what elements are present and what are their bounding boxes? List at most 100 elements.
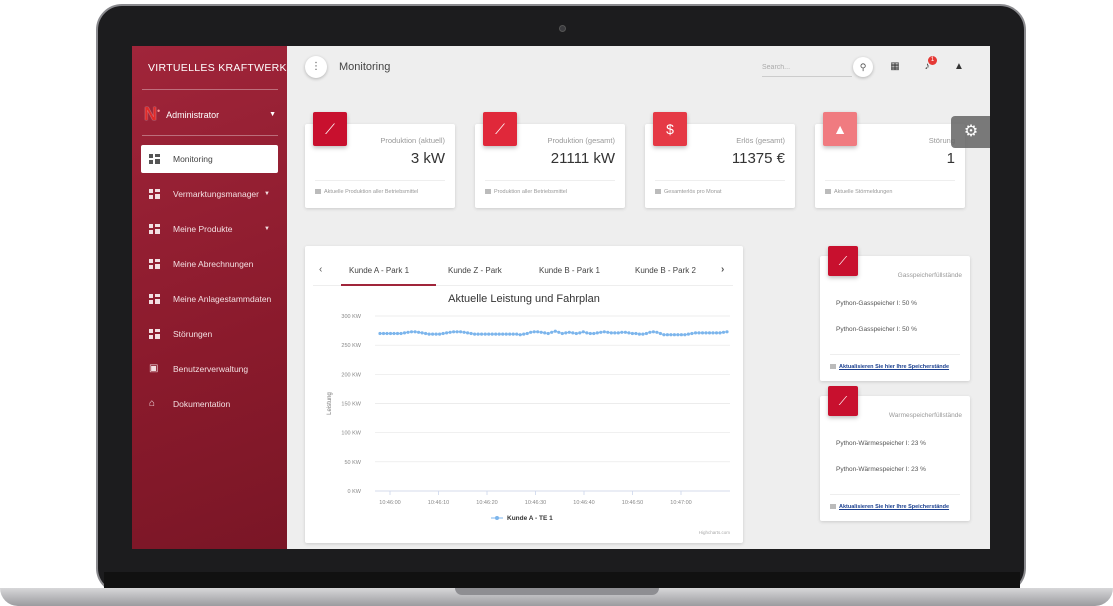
y-tick-label: 200 KW	[341, 372, 361, 378]
data-point	[567, 330, 571, 334]
sidebar-item-benutzerverwaltung[interactable]: ▣ Benutzerverwaltung	[141, 355, 278, 383]
data-point	[434, 332, 438, 336]
data-point	[445, 331, 449, 335]
dollar-icon: $	[653, 112, 687, 146]
sidebar: VIRTUELLES KRAFTWERK N • Administrator ▼…	[132, 46, 287, 549]
data-point	[469, 331, 473, 336]
legend-marker	[495, 516, 499, 520]
data-point	[501, 332, 505, 336]
user-menu[interactable]: N • Administrator ▼	[144, 104, 276, 125]
caret-down-icon: ▼	[264, 226, 270, 232]
info-icon	[830, 504, 836, 510]
data-point	[648, 330, 652, 334]
data-point	[679, 333, 683, 337]
data-point	[623, 330, 627, 334]
brand-title: VIRTUELLES KRAFTWERK	[148, 62, 287, 74]
data-point	[543, 331, 547, 335]
dashboard-icon	[149, 294, 160, 304]
sidebar-item-meine-produkte[interactable]: Meine Produkte ▼	[141, 215, 278, 243]
data-point	[714, 331, 719, 335]
gear-icon: ⚙	[963, 123, 979, 140]
sidebar-item-label: Meine Produkte	[173, 224, 233, 234]
storage-level: Python-Gasspeicher I: 50 %	[836, 326, 917, 333]
stat-footer: Gesamterlös pro Monat	[655, 189, 721, 195]
data-point	[378, 331, 382, 336]
data-point	[641, 332, 645, 336]
data-point	[550, 330, 554, 334]
tab-kunde-a-park-1[interactable]: Kunde A - Park 1	[349, 266, 409, 275]
stat-footer-text: Aktuelle Produktion aller Betriebsmittel	[324, 189, 419, 195]
tab-kunde-b-park-2[interactable]: Kunde B - Park 2	[635, 266, 696, 275]
warning-icon: ▲	[823, 112, 857, 146]
storage-level: Python-Wärmespeicher I: 23 %	[836, 440, 926, 447]
data-point	[522, 332, 526, 336]
data-point	[630, 331, 634, 336]
x-tick-label: 10:46:30	[525, 500, 546, 506]
stat-footer: Produktion aller Betriebsmittel	[485, 189, 567, 195]
data-point	[588, 331, 592, 336]
data-point	[704, 331, 708, 335]
data-point	[504, 332, 508, 336]
x-tick-label: 10:47:00	[670, 500, 691, 506]
data-point	[595, 331, 599, 335]
notifications-icon[interactable]: ♪ 1	[920, 56, 937, 74]
tab-kunde-z-park[interactable]: Kunde Z - Park	[448, 266, 502, 275]
dashboard-icon	[149, 224, 160, 234]
data-point	[616, 331, 620, 335]
update-storage-link[interactable]: Aktualisieren Sie hier Ihre Speicherstän…	[830, 364, 949, 370]
sidebar-item-label: Meine Abrechnungen	[173, 259, 254, 269]
data-point	[525, 331, 529, 336]
data-point	[560, 331, 564, 336]
data-point	[557, 330, 561, 334]
card-divider	[830, 494, 960, 495]
more-vert-button[interactable]: ⋮	[305, 56, 327, 78]
data-point	[388, 331, 393, 336]
stat-footer-text: Gesamterlös pro Monat	[664, 189, 722, 195]
data-point	[395, 331, 400, 336]
data-point	[452, 330, 456, 334]
dashboard-icon	[149, 329, 160, 339]
power-line-chart: Aktuelle Leistung und Fahrplan 0 KW 50 KW 1…	[327, 293, 731, 535]
sidebar-item-meine-anlagestammdaten[interactable]: Meine Anlagestammdaten	[141, 285, 278, 313]
stat-footer: Aktuelle Produktion aller Betriebsmittel	[315, 189, 418, 195]
y-axis-label: Leistung	[327, 392, 333, 415]
sidebar-item-label: Monitoring	[173, 154, 213, 164]
tab-kunde-b-park-1[interactable]: Kunde B - Park 1	[539, 266, 600, 275]
sidebar-item-störungen[interactable]: Störungen	[141, 320, 278, 348]
tab-next-arrow-icon[interactable]: ›	[721, 264, 724, 275]
stat-value: 21111 kW	[550, 150, 615, 167]
data-point	[718, 331, 722, 335]
data-point	[466, 331, 470, 335]
data-point	[424, 331, 428, 336]
settings-gear-button[interactable]: ⚙	[951, 116, 990, 148]
data-point	[609, 331, 613, 335]
data-point	[392, 331, 396, 336]
search-button[interactable]: ⚲	[853, 57, 873, 77]
data-point	[462, 330, 466, 334]
dashboard-icon[interactable]: ▦	[888, 60, 902, 74]
data-point	[697, 331, 701, 335]
data-point	[683, 333, 687, 337]
sidebar-item-monitoring[interactable]: Monitoring	[141, 145, 278, 173]
card-divider	[315, 180, 445, 181]
sidebar-item-vermarktungsmanager[interactable]: Vermarktungsmanager ▼	[141, 180, 278, 208]
data-point	[385, 331, 389, 336]
stat-value: 11375 €	[731, 150, 785, 167]
y-tick-label: 100 KW	[341, 431, 361, 437]
data-point	[413, 330, 417, 334]
search-input[interactable]	[762, 59, 852, 77]
data-point	[655, 330, 659, 334]
data-point	[592, 331, 596, 336]
data-point	[402, 331, 407, 335]
person-icon[interactable]: ▲	[952, 60, 966, 74]
sidebar-item-label: Störungen	[173, 329, 213, 339]
chart-credits: Highcharts.com	[699, 530, 731, 535]
update-storage-link[interactable]: Aktualisieren Sie hier Ihre Speicherstän…	[830, 504, 949, 510]
tab-prev-arrow-icon[interactable]: ‹	[319, 264, 322, 275]
x-tick-label: 10:46:40	[573, 500, 594, 506]
y-tick-label: 250 KW	[341, 343, 361, 349]
sidebar-item-dokumentation[interactable]: ⌂ Dokumentation	[141, 390, 278, 418]
x-tick-label: 10:46:50	[622, 500, 643, 506]
data-point	[627, 331, 631, 335]
sidebar-item-meine-abrechnungen[interactable]: Meine Abrechnungen	[141, 250, 278, 278]
